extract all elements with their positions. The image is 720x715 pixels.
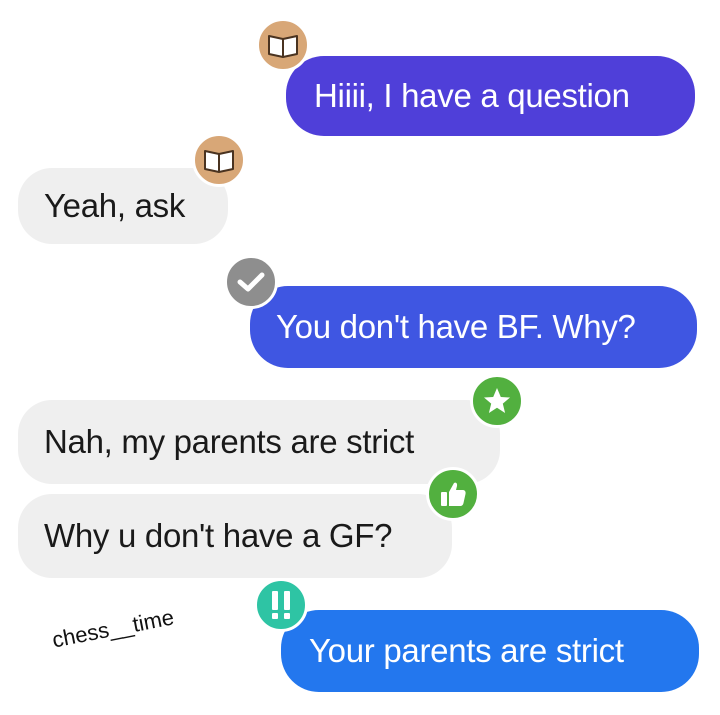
message-text: Your parents are strict xyxy=(309,632,624,669)
message-bubble-received[interactable]: Nah, my parents are strict xyxy=(18,400,500,484)
checkmark-icon xyxy=(224,255,278,309)
thumbs-up-icon xyxy=(426,467,480,521)
message-bubble-sent[interactable]: Hiiii, I have a question xyxy=(286,56,695,136)
star-icon xyxy=(470,374,524,428)
double-exclamation-icon xyxy=(254,578,308,632)
message-bubble-received[interactable]: Yeah, ask xyxy=(18,168,228,244)
message-bubble-sent[interactable]: Your parents are strict xyxy=(281,610,699,692)
open-book-icon xyxy=(256,18,310,72)
open-book-icon xyxy=(192,133,246,187)
message-bubble-received[interactable]: Why u don't have a GF? xyxy=(18,494,452,578)
message-bubble-sent[interactable]: You don't have BF. Why? xyxy=(250,286,697,368)
message-text: You don't have BF. Why? xyxy=(276,308,636,345)
watermark-text: chess__time xyxy=(50,604,177,653)
message-text: Nah, my parents are strict xyxy=(44,423,414,460)
message-text: Yeah, ask xyxy=(44,187,186,224)
message-text: Why u don't have a GF? xyxy=(44,517,393,554)
message-text: Hiiii, I have a question xyxy=(314,77,630,114)
